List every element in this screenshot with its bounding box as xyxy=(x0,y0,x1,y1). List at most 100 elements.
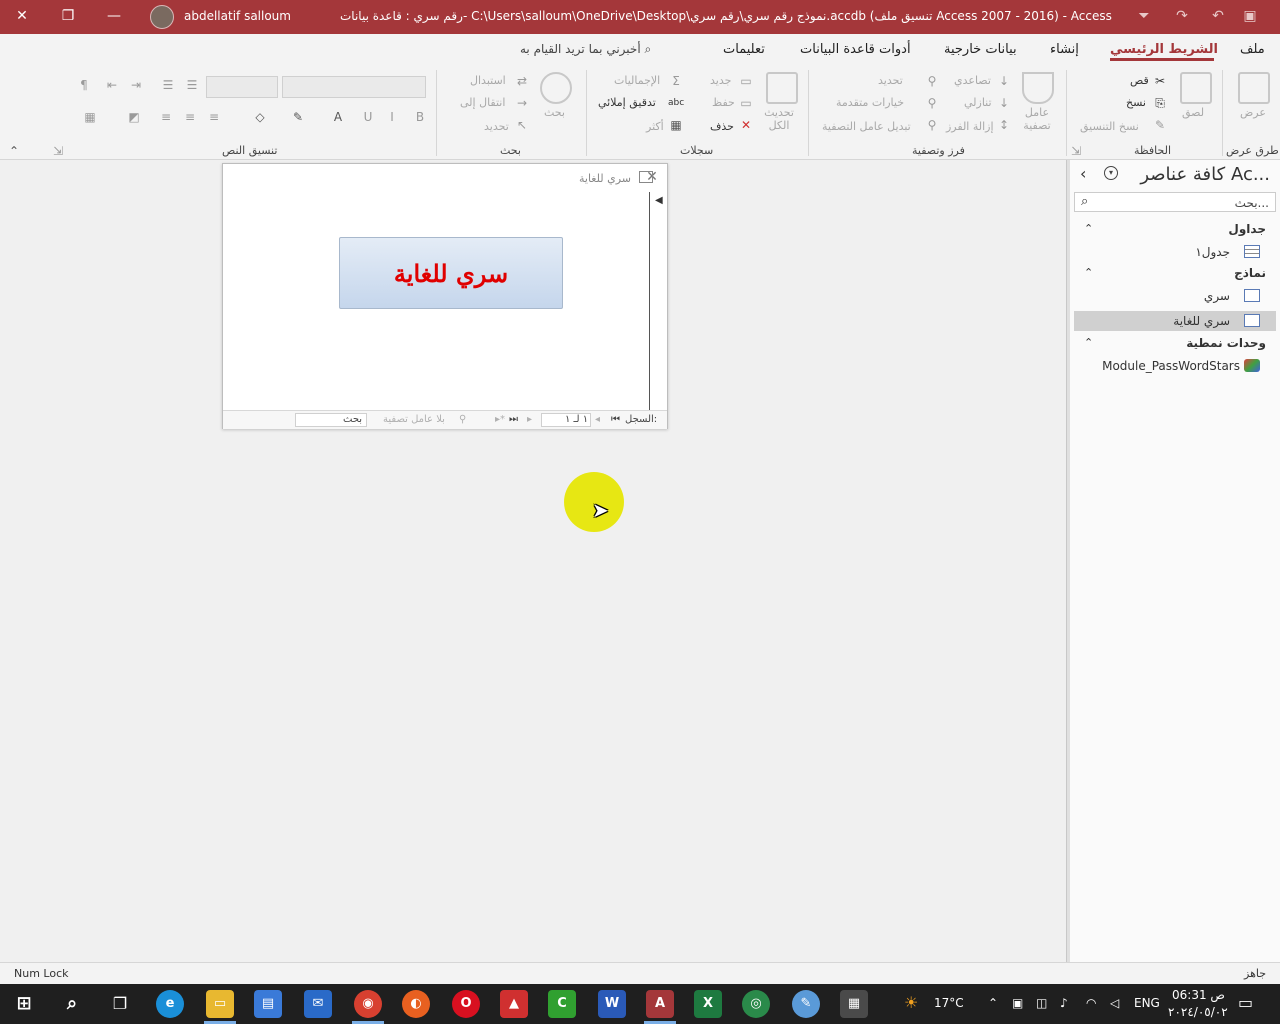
nav-item-table[interactable]: جدول١ xyxy=(1074,242,1276,262)
tray-status-icon[interactable]: ◫ xyxy=(1036,996,1047,1010)
nav-pane-title[interactable]: كافة عناصر Ac... xyxy=(1140,164,1270,185)
first-record-icon[interactable]: ⏮ xyxy=(611,414,620,425)
tab-database-tools[interactable]: أدوات قاعدة البيانات xyxy=(800,42,911,57)
align-left-icon[interactable]: ≡ xyxy=(158,110,174,124)
find-button[interactable]: بحث xyxy=(544,106,565,119)
camtasia-icon[interactable]: C xyxy=(548,990,576,1018)
nav-search-input[interactable]: بحث... ⌕ xyxy=(1074,192,1276,212)
find-icon[interactable] xyxy=(540,72,572,104)
gridlines-icon[interactable]: ▦ xyxy=(82,110,98,124)
font-size-box[interactable] xyxy=(206,76,278,98)
refresh-all-icon[interactable] xyxy=(766,72,798,104)
opera-icon[interactable]: O xyxy=(452,990,480,1018)
more-button[interactable]: أكثر xyxy=(646,120,664,133)
clipboard-launcher-icon[interactable]: ⇲ xyxy=(1068,144,1084,158)
notifications-icon[interactable]: ▭ xyxy=(1238,993,1253,1012)
nav-item-form[interactable]: سري xyxy=(1074,286,1276,306)
paste-button[interactable]: لصق xyxy=(1182,106,1204,119)
group-header-modules[interactable]: وحدات نمطية xyxy=(1186,336,1266,350)
font-name-box[interactable] xyxy=(282,76,426,98)
bullets-icon[interactable]: ☰ xyxy=(184,78,200,92)
new-record-nav-icon[interactable]: ▸* xyxy=(495,414,505,425)
language-indicator[interactable]: ENG xyxy=(1134,996,1160,1010)
next-record-icon[interactable]: ▸ xyxy=(527,414,532,425)
windows-start-icon[interactable]: ⊞ xyxy=(10,990,38,1018)
view-button[interactable]: عرض xyxy=(1240,106,1266,119)
save-icon[interactable]: ▣ xyxy=(1240,6,1260,26)
previous-record-icon[interactable]: ◂ xyxy=(595,414,600,425)
weather-temp[interactable]: 17°C xyxy=(934,996,964,1010)
group-header-forms[interactable]: نماذج xyxy=(1234,266,1266,280)
mail-icon[interactable]: ✉ xyxy=(304,990,332,1018)
vertical-scrollbar[interactable] xyxy=(649,192,667,410)
copy-button[interactable]: نسخ xyxy=(1126,96,1146,109)
paragraph-icon[interactable]: ¶ xyxy=(76,78,92,92)
bold-icon[interactable]: B xyxy=(412,110,428,124)
user-avatar[interactable] xyxy=(150,5,174,29)
tab-file[interactable]: ملف xyxy=(1240,42,1265,57)
totals-button[interactable]: الإجماليات xyxy=(614,74,660,87)
chrome-icon[interactable]: ◉ xyxy=(354,990,382,1018)
weather-icon[interactable]: ☀ xyxy=(904,993,918,1012)
tab-help[interactable]: تعليمات xyxy=(723,42,765,57)
wifi-icon[interactable]: ◠ xyxy=(1086,996,1096,1010)
task-view-icon[interactable]: ❐ xyxy=(106,990,134,1018)
group-header-tables[interactable]: جداول xyxy=(1228,222,1266,236)
collapse-group-icon[interactable]: ⌃ xyxy=(1084,336,1093,349)
highlight-icon[interactable]: ✎ xyxy=(290,110,306,124)
nav-pane-menu-icon[interactable]: ▾ xyxy=(1104,166,1118,180)
word-icon[interactable]: W xyxy=(598,990,626,1018)
file-explorer-icon[interactable]: ▭ xyxy=(206,990,234,1018)
sort-ascending-button[interactable]: تصاعدي xyxy=(954,74,991,87)
tab-home[interactable]: الشريط الرئيسي xyxy=(1110,42,1218,57)
format-painter-button[interactable]: نسخ التنسيق xyxy=(1080,120,1139,133)
store-icon[interactable]: ▤ xyxy=(254,990,282,1018)
italic-icon[interactable]: I xyxy=(384,110,400,124)
no-filter-indicator[interactable]: بلا عامل تصفية xyxy=(383,414,445,425)
text-format-launcher-icon[interactable]: ⇲ xyxy=(50,144,66,158)
last-record-icon[interactable]: ⏭ xyxy=(509,414,518,425)
edge-icon[interactable]: e xyxy=(156,990,184,1018)
cut-button[interactable]: قص xyxy=(1130,74,1149,87)
alternate-row-color-icon[interactable]: ◩ xyxy=(126,110,142,124)
align-right-icon[interactable]: ≡ xyxy=(206,110,222,124)
outdent-icon[interactable]: ⇤ xyxy=(104,78,120,92)
underline-icon[interactable]: U xyxy=(360,110,376,124)
tell-me-box[interactable]: أخبرني بما تريد القيام به ⌕ xyxy=(520,42,651,57)
camera-icon[interactable]: ▣ xyxy=(1012,996,1023,1010)
redo-icon[interactable]: ↷ xyxy=(1172,6,1192,26)
access-icon[interactable]: A xyxy=(646,990,674,1018)
remove-sort-button[interactable]: إزالة الفرز xyxy=(946,120,994,133)
restore-window-icon[interactable]: ❐ xyxy=(58,6,78,26)
paste-icon[interactable] xyxy=(1180,72,1212,104)
microphone-icon[interactable]: ♪ xyxy=(1060,996,1068,1010)
collapse-group-icon[interactable]: ⌃ xyxy=(1084,266,1093,279)
sort-descending-button[interactable]: تنازلي xyxy=(964,96,992,109)
new-record-button[interactable]: جديد xyxy=(710,74,731,87)
collapse-ribbon-icon[interactable]: ⌃ xyxy=(6,144,22,158)
goto-button[interactable]: انتقال إلى xyxy=(460,96,505,109)
minimize-window-icon[interactable]: — xyxy=(104,6,124,26)
network-app-icon[interactable]: ◎ xyxy=(742,990,770,1018)
customize-qat-icon[interactable]: ⏷ xyxy=(1134,6,1154,26)
acrobat-icon[interactable]: ▲ xyxy=(500,990,528,1018)
close-window-icon[interactable]: ✕ xyxy=(12,6,32,26)
show-hidden-icons-icon[interactable]: ⌃ xyxy=(988,996,998,1010)
top-secret-button[interactable]: سري للغاية xyxy=(339,237,563,309)
advanced-button[interactable]: خيارات متقدمة xyxy=(836,96,904,109)
selection-button[interactable]: تحديد xyxy=(878,74,903,87)
collapse-group-icon[interactable]: ⌃ xyxy=(1084,222,1093,235)
volume-icon[interactable]: ◁ xyxy=(1110,996,1119,1010)
undo-icon[interactable]: ↶ xyxy=(1208,6,1228,26)
numbering-icon[interactable]: ☰ xyxy=(160,78,176,92)
select-button[interactable]: تحديد xyxy=(484,120,509,133)
filter-icon[interactable] xyxy=(1022,72,1054,104)
paint-icon[interactable]: ✎ xyxy=(792,990,820,1018)
firefox-icon[interactable]: ◐ xyxy=(402,990,430,1018)
indent-icon[interactable]: ⇥ xyxy=(128,78,144,92)
toggle-filter-button[interactable]: تبديل عامل التصفية xyxy=(822,120,911,133)
collapse-nav-pane-icon[interactable]: ‹ xyxy=(1080,164,1086,183)
filter-button[interactable]: عامل تصفية xyxy=(1022,106,1052,132)
tab-create[interactable]: إنشاء xyxy=(1050,42,1079,57)
nav-item-module[interactable]: Module_PassWordStars xyxy=(1074,356,1276,376)
